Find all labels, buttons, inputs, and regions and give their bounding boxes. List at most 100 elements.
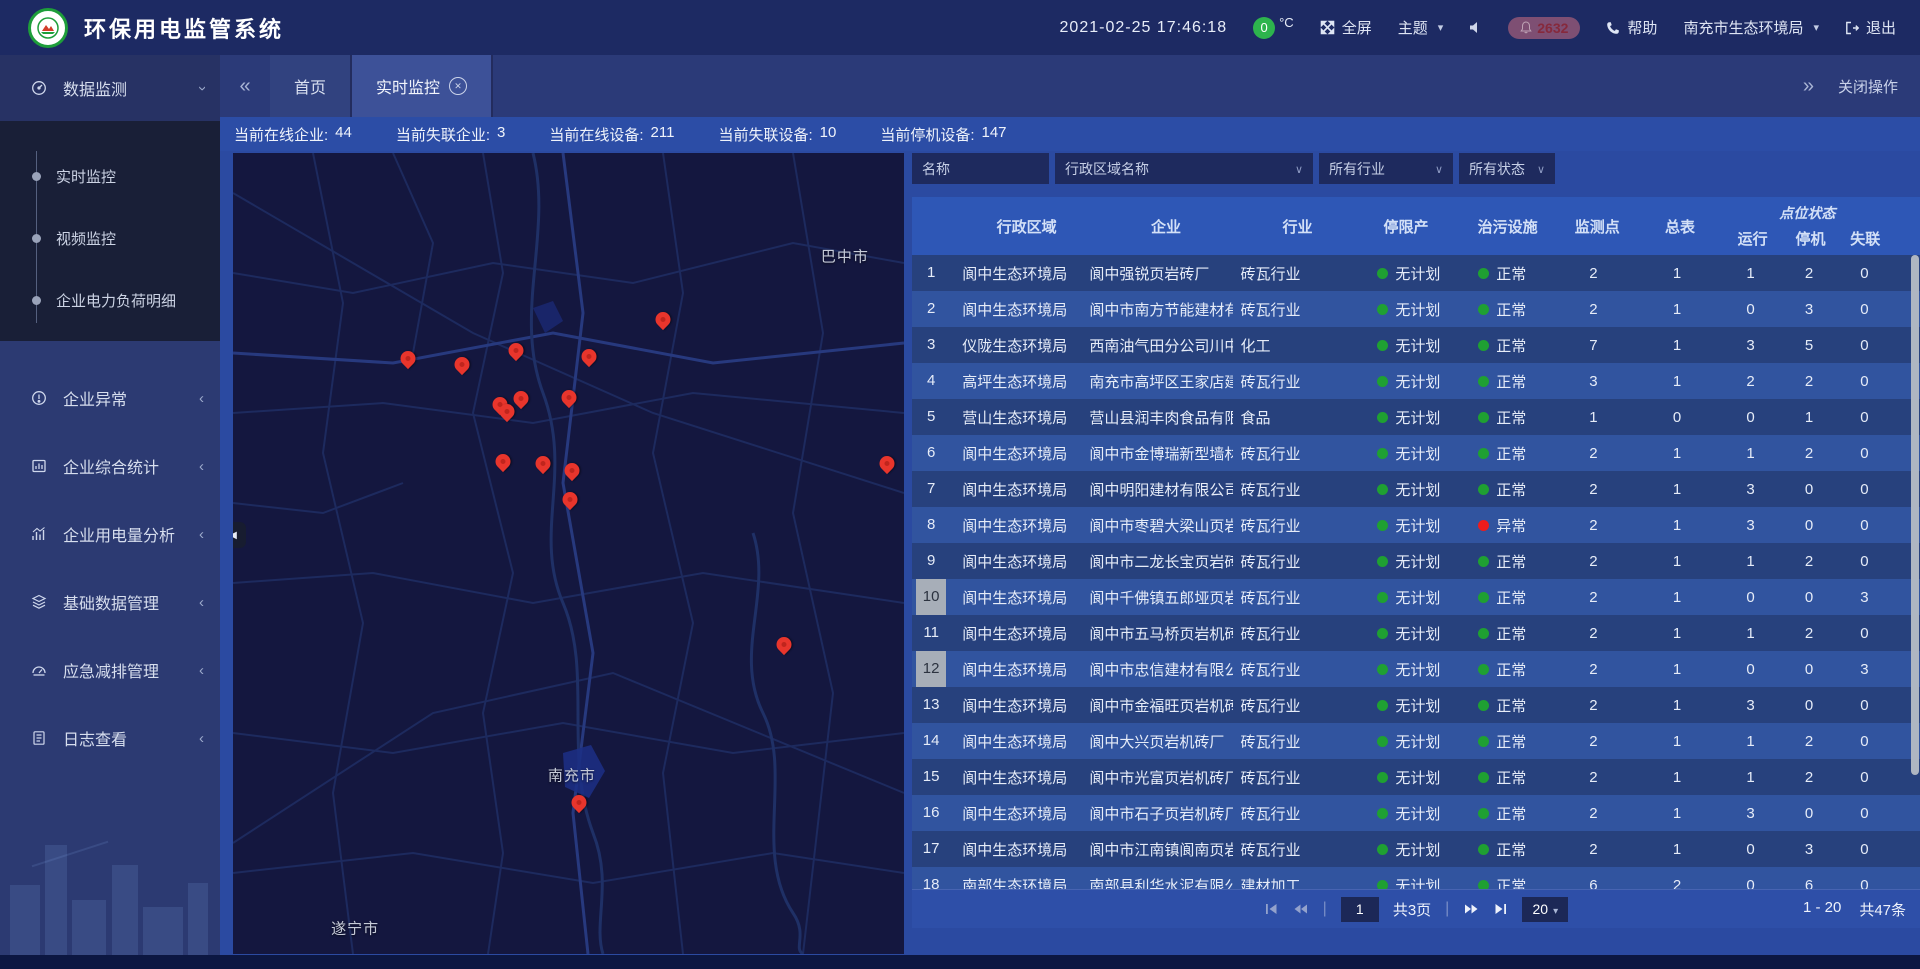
fullscreen-button[interactable]: 全屏	[1320, 17, 1372, 38]
name-search-input[interactable]	[912, 153, 1049, 184]
table-row[interactable]: 12 阆中生态环境局 阆中市忠信建材有限公 砖瓦行业 无计划 正常 2 1 0 …	[912, 651, 1920, 687]
cell-limit: 无计划	[1347, 551, 1452, 572]
map-pin[interactable]	[559, 489, 580, 510]
sidebar-item-data-monitor[interactable]: 数据监测	[0, 55, 220, 121]
sidebar-item-video-monitor[interactable]: 视频监控	[0, 207, 220, 269]
sidebar-item-emergency-reduction[interactable]: 应急减排管理	[0, 636, 220, 704]
last-page-button[interactable]	[1493, 902, 1508, 916]
table-row[interactable]: 10 阆中生态环境局 阆中千佛镇五郎垭页岩 砖瓦行业 无计划 正常 2 1 0 …	[912, 579, 1920, 615]
alert-circle-icon	[31, 390, 47, 406]
table-row[interactable]: 1 阆中生态环境局 阆中强锐页岩砖厂 砖瓦行业 无计划 正常 2 1 1 2 0	[912, 255, 1920, 291]
tab-realtime-monitor[interactable]: 实时监控	[352, 55, 493, 117]
industry-select[interactable]: 所有行业	[1319, 153, 1453, 184]
map-pin[interactable]	[561, 460, 582, 481]
tabs-scroll-right-icon[interactable]	[1803, 75, 1814, 98]
table-row[interactable]: 2 阆中生态环境局 阆中市南方节能建材有 砖瓦行业 无计划 正常 2 1 0 3…	[912, 291, 1920, 327]
cell-points: 7	[1553, 337, 1634, 354]
map-pin[interactable]	[510, 388, 531, 409]
map-pin[interactable]	[568, 792, 589, 813]
cell-meters: 1	[1634, 481, 1721, 498]
cell-meters: 1	[1634, 301, 1721, 318]
prev-page-button[interactable]	[1293, 902, 1309, 916]
theme-dropdown[interactable]: 主题	[1398, 17, 1444, 38]
map-pin[interactable]	[773, 634, 794, 655]
cell-facility: 正常	[1452, 299, 1553, 320]
next-page-button[interactable]	[1463, 902, 1479, 916]
map-pin[interactable]	[876, 453, 897, 474]
table-row[interactable]: 3 仪陇生态环境局 西南油气田分公司川中 化工 无计划 正常 7 1 3 5 0	[912, 327, 1920, 363]
table-row[interactable]: 5 营山生态环境局 营山县润丰肉食品有限 食品 无计划 正常 1 0 0 1 0	[912, 399, 1920, 435]
facility-status-dot	[1478, 628, 1489, 639]
tabs-scroll-left-icon[interactable]	[220, 55, 270, 117]
cell-company: 南充市高坪区王家店建	[1081, 371, 1232, 392]
cell-facility: 正常	[1452, 875, 1553, 890]
table-row[interactable]: 14 阆中生态环境局 阆中大兴页岩机砖厂 砖瓦行业 无计划 正常 2 1 1 2…	[912, 723, 1920, 759]
cell-lost: 0	[1837, 409, 1891, 426]
cell-meters: 1	[1634, 841, 1721, 858]
table-row[interactable]: 18 南部生态环境局 南部县利华水泥有限公 建材加工 无计划 正常 6 2 0 …	[912, 867, 1920, 889]
group-header-label: 点位状态	[1723, 203, 1892, 223]
table-row[interactable]: 9 阆中生态环境局 阆中市二龙长宝页岩砖 砖瓦行业 无计划 正常 2 1 1 2…	[912, 543, 1920, 579]
close-operations-button[interactable]: 关闭操作	[1838, 76, 1898, 97]
table-row[interactable]: 15 阆中生态环境局 阆中市光富页岩机砖厂 砖瓦行业 无计划 正常 2 1 1 …	[912, 759, 1920, 795]
table-row[interactable]: 13 阆中生态环境局 阆中市金福旺页岩机砖 砖瓦行业 无计划 正常 2 1 3 …	[912, 687, 1920, 723]
map-pin[interactable]	[653, 309, 674, 330]
map-pin[interactable]	[558, 386, 579, 407]
collapse-map-handle[interactable]	[233, 522, 246, 548]
sidebar-item-power-load-detail[interactable]: 企业电力负荷明细	[0, 269, 220, 331]
first-page-button[interactable]	[1264, 902, 1279, 916]
cell-meters: 0	[1634, 409, 1721, 426]
cell-points: 2	[1553, 301, 1634, 318]
region-select[interactable]: 行政区域名称	[1055, 153, 1313, 184]
map-pin[interactable]	[506, 340, 527, 361]
table-row[interactable]: 7 阆中生态环境局 阆中明阳建材有限公司 砖瓦行业 无计划 正常 2 1 3 0…	[912, 471, 1920, 507]
map-pin[interactable]	[451, 354, 472, 375]
status-select[interactable]: 所有状态	[1459, 153, 1555, 184]
page-number-input[interactable]: 1	[1341, 897, 1379, 922]
table-row[interactable]: 16 阆中生态环境局 阆中市石子页岩机砖厂 砖瓦行业 无计划 正常 2 1 3 …	[912, 795, 1920, 831]
row-number: 1	[916, 255, 946, 291]
sound-toggle[interactable]	[1469, 21, 1482, 34]
cell-running: 0	[1720, 589, 1780, 606]
map-pin[interactable]	[493, 450, 514, 471]
notifications-badge[interactable]: 2632	[1508, 17, 1580, 39]
cell-limit: 无计划	[1347, 587, 1452, 608]
cell-running: 1	[1720, 625, 1780, 642]
sidebar-item-enterprise-statistics[interactable]: 企业综合统计	[0, 432, 220, 500]
cell-meters: 1	[1634, 553, 1721, 570]
table-row[interactable]: 8 阆中生态环境局 阆中市枣碧大梁山页岩 砖瓦行业 无计划 异常 2 1 3 0…	[912, 507, 1920, 543]
record-range-label: 1 - 20	[1803, 899, 1841, 920]
table-row[interactable]: 17 阆中生态环境局 阆中市江南镇阆南页岩 砖瓦行业 无计划 正常 2 1 0 …	[912, 831, 1920, 867]
map-pin[interactable]	[579, 346, 600, 367]
table-row[interactable]: 6 阆中生态环境局 阆中市金博瑞新型墙材 砖瓦行业 无计划 正常 2 1 1 2…	[912, 435, 1920, 471]
cell-stopped: 2	[1781, 769, 1837, 786]
cell-points: 1	[1553, 409, 1634, 426]
help-button[interactable]: 帮助	[1606, 17, 1657, 38]
tab-home[interactable]: 首页	[270, 55, 352, 117]
cell-region: 阆中生态环境局	[950, 443, 1081, 464]
facility-status-dot	[1478, 448, 1489, 459]
limit-status-dot	[1377, 484, 1388, 495]
col-stopped: 停机	[1783, 227, 1839, 249]
sidebar-item-power-analysis[interactable]: 企业用电量分析	[0, 500, 220, 568]
close-icon[interactable]	[449, 77, 467, 95]
map-pin[interactable]	[398, 348, 419, 369]
table-scrollbar-thumb[interactable]	[1911, 255, 1919, 775]
cell-meters: 1	[1634, 517, 1721, 534]
map[interactable]: 巴中市南充市遂宁市	[233, 153, 904, 954]
table-rows: 1 阆中生态环境局 阆中强锐页岩砖厂 砖瓦行业 无计划 正常 2 1 1 2 0…	[912, 255, 1920, 889]
sidebar-item-log-view[interactable]: 日志查看	[0, 704, 220, 772]
org-dropdown[interactable]: 南充市生态环境局	[1683, 17, 1819, 38]
sidebar-submenu: 实时监控 视频监控 企业电力负荷明细	[0, 121, 220, 341]
sidebar-item-enterprise-abnormal[interactable]: 企业异常	[0, 364, 220, 432]
logout-button[interactable]: 退出	[1845, 17, 1896, 38]
table-row[interactable]: 11 阆中生态环境局 阆中市五马桥页岩机砖 砖瓦行业 无计划 正常 2 1 1 …	[912, 615, 1920, 651]
facility-status-dot	[1478, 592, 1489, 603]
cell-industry: 砖瓦行业	[1233, 767, 1348, 788]
sidebar-item-realtime-monitor[interactable]: 实时监控	[0, 145, 220, 207]
map-pin[interactable]	[532, 453, 553, 474]
page-size-select[interactable]: 20	[1522, 897, 1568, 922]
facility-status-dot	[1478, 736, 1489, 747]
table-row[interactable]: 4 高坪生态环境局 南充市高坪区王家店建 砖瓦行业 无计划 正常 3 1 2 2…	[912, 363, 1920, 399]
sidebar-item-base-data[interactable]: 基础数据管理	[0, 568, 220, 636]
